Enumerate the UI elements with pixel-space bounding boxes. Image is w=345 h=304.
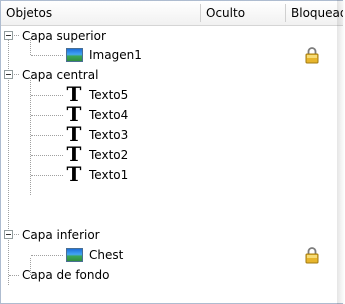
panel-shadow <box>337 0 345 304</box>
layer-item-row[interactable]: T Texto2 <box>1 142 343 166</box>
collapse-icon[interactable] <box>4 70 13 79</box>
layer-item-row[interactable]: T Texto3 <box>1 122 343 146</box>
image-icon <box>66 48 83 62</box>
image-icon <box>66 248 83 262</box>
text-icon: T <box>66 162 82 186</box>
column-header: Objetos Oculto Bloqueado <box>1 1 343 26</box>
tree-connector <box>31 55 63 56</box>
layer-group-label: Capa inferior <box>22 228 100 242</box>
tree-connector <box>31 115 63 116</box>
tree-connector <box>31 95 63 96</box>
lock-icon[interactable] <box>305 46 319 64</box>
text-icon: T <box>66 122 82 146</box>
layer-group-row[interactable]: Capa inferior <box>1 225 343 245</box>
tree-connector <box>31 175 63 176</box>
layer-item-row[interactable]: Chest <box>1 245 343 265</box>
text-icon: T <box>66 102 82 126</box>
text-icon: T <box>66 142 82 166</box>
layer-group-row[interactable]: Capa central <box>1 65 343 85</box>
layer-item-row[interactable]: T Texto1 <box>1 162 343 186</box>
column-oculto[interactable]: Oculto <box>201 1 285 25</box>
layer-group-row[interactable]: Capa de fondo <box>1 265 343 285</box>
layer-group-label: Capa de fondo <box>22 268 110 282</box>
layer-item-label: Texto3 <box>89 128 129 142</box>
layers-panel: Objetos Oculto Bloqueado Capa superior I… <box>0 0 343 304</box>
layer-item-label: Imagen1 <box>89 48 142 62</box>
tree-connector <box>14 74 19 75</box>
collapse-icon[interactable] <box>4 230 13 239</box>
tree-connector <box>14 35 19 36</box>
layer-item-label: Texto5 <box>89 88 129 102</box>
column-objetos[interactable]: Objetos <box>1 1 200 25</box>
layer-item-row[interactable]: T Texto4 <box>1 102 343 126</box>
layer-group-label: Capa superior <box>22 29 106 43</box>
layer-group-label: Capa central <box>22 68 99 82</box>
column-bloqueado[interactable]: Bloqueado <box>286 1 343 25</box>
tree-connector <box>31 155 63 156</box>
lock-icon[interactable] <box>305 246 319 264</box>
tree-connector <box>9 275 19 276</box>
layer-item-label: Texto2 <box>89 148 129 162</box>
collapse-icon[interactable] <box>4 31 13 40</box>
layer-item-label: Chest <box>89 248 124 262</box>
text-icon: T <box>66 82 82 106</box>
tree-connector <box>31 135 63 136</box>
layer-item-label: Texto1 <box>89 168 129 182</box>
layer-group-row[interactable]: Capa superior <box>1 26 343 46</box>
layer-item-row[interactable]: T Texto5 <box>1 82 343 106</box>
tree-connector <box>31 255 63 256</box>
tree-connector <box>14 234 19 235</box>
layer-item-label: Texto4 <box>89 108 129 122</box>
layer-item-row[interactable]: Imagen1 <box>1 45 343 65</box>
